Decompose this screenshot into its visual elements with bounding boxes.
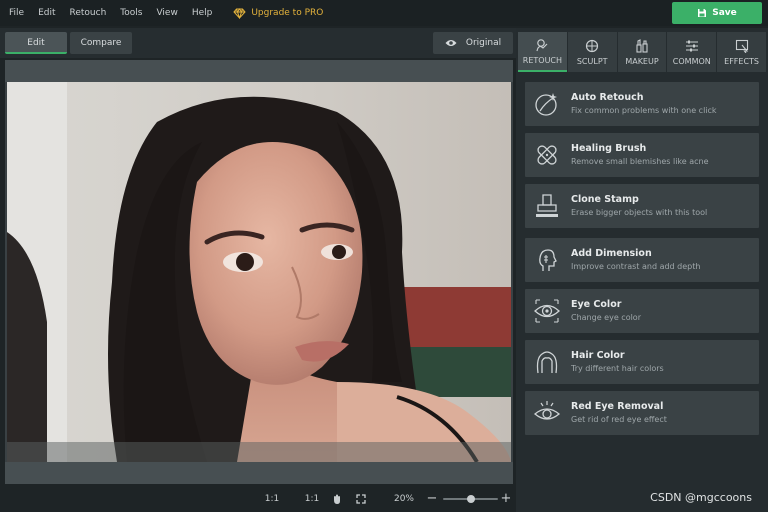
- zoom-bar: 1:1 1:1 20% − +: [0, 486, 516, 512]
- sculpt-icon: [586, 39, 599, 52]
- tool-red-eye-removal[interactable]: Red Eye Removal Get rid of red eye effec…: [525, 391, 759, 435]
- original-button[interactable]: Original: [433, 32, 513, 54]
- diamond-icon: [233, 7, 247, 19]
- fullscreen-button[interactable]: [354, 486, 368, 512]
- zoom-slider[interactable]: [443, 495, 498, 503]
- tab-retouch[interactable]: RETOUCH: [518, 32, 567, 72]
- eye-icon: [445, 40, 457, 46]
- menu-bar: File Edit Retouch Tools View Help Upgrad…: [0, 0, 768, 26]
- sliders-icon: [685, 40, 698, 51]
- makeup-icon: [636, 38, 648, 53]
- watermark: CSDN @mgccoons: [650, 491, 752, 504]
- auto-retouch-icon: [535, 93, 557, 116]
- menu-view[interactable]: View: [149, 0, 184, 26]
- tab-edit[interactable]: Edit: [5, 32, 67, 54]
- tool-clone-stamp[interactable]: Clone Stamp Erase bigger objects with th…: [525, 184, 759, 228]
- zoom-level: 20%: [393, 494, 414, 504]
- bandage-icon: [537, 145, 557, 165]
- menu-retouch[interactable]: Retouch: [63, 0, 114, 26]
- effects-icon: [735, 39, 748, 53]
- save-button[interactable]: Save: [672, 2, 762, 24]
- upgrade-label: Upgrade to PRO: [251, 8, 324, 18]
- tab-makeup[interactable]: MAKEUP: [617, 32, 667, 72]
- tab-effects[interactable]: EFFECTS: [717, 32, 766, 72]
- hand-icon: [334, 494, 340, 504]
- retouch-icon: [536, 38, 548, 51]
- zoom-slider-knob[interactable]: [466, 495, 475, 503]
- zoom-fit-button[interactable]: 1:1: [262, 486, 282, 512]
- view-toolbar: Edit Compare Original: [0, 28, 516, 58]
- tool-add-dimension[interactable]: Add Dimension Improve contrast and add d…: [525, 238, 759, 282]
- zoom-actual-button[interactable]: 1:1: [302, 486, 322, 512]
- tab-sculpt[interactable]: SCULPT: [567, 32, 617, 72]
- save-label: Save: [712, 8, 737, 18]
- face-profile-icon: [539, 249, 557, 271]
- tool-list: Auto Retouch Fix common problems with on…: [525, 82, 759, 442]
- zoom-out-button[interactable]: −: [426, 486, 438, 512]
- tool-hair-color[interactable]: Hair Color Try different hair colors: [525, 340, 759, 384]
- hair-icon: [536, 351, 558, 374]
- upgrade-link[interactable]: Upgrade to PRO: [233, 7, 324, 19]
- tab-compare[interactable]: Compare: [70, 32, 132, 54]
- image-canvas[interactable]: [5, 60, 513, 484]
- tab-common[interactable]: COMMON: [667, 32, 717, 72]
- hand-tool-button[interactable]: [330, 486, 344, 512]
- red-eye-icon: [533, 401, 561, 420]
- menu-file[interactable]: File: [0, 0, 31, 26]
- fullscreen-icon: [356, 494, 366, 504]
- zoom-in-button[interactable]: +: [500, 486, 512, 512]
- stamp-icon: [536, 194, 558, 217]
- portrait-photo[interactable]: [7, 82, 511, 462]
- menu-edit[interactable]: Edit: [31, 0, 62, 26]
- tool-healing-brush[interactable]: Healing Brush Remove small blemishes lik…: [525, 133, 759, 177]
- panel-tabs: RETOUCH SCULPT MAKEUP COMMON EFFECTS: [518, 32, 766, 72]
- eye-icon: [534, 299, 560, 323]
- menu-help[interactable]: Help: [185, 0, 220, 26]
- floppy-disk-icon: [698, 9, 707, 17]
- tools-panel: RETOUCH SCULPT MAKEUP COMMON EFFECTS Aut…: [516, 28, 768, 512]
- menu-tools[interactable]: Tools: [113, 0, 149, 26]
- original-label: Original: [465, 38, 502, 48]
- tool-auto-retouch[interactable]: Auto Retouch Fix common problems with on…: [525, 82, 759, 126]
- tool-eye-color[interactable]: Eye Color Change eye color: [525, 289, 759, 333]
